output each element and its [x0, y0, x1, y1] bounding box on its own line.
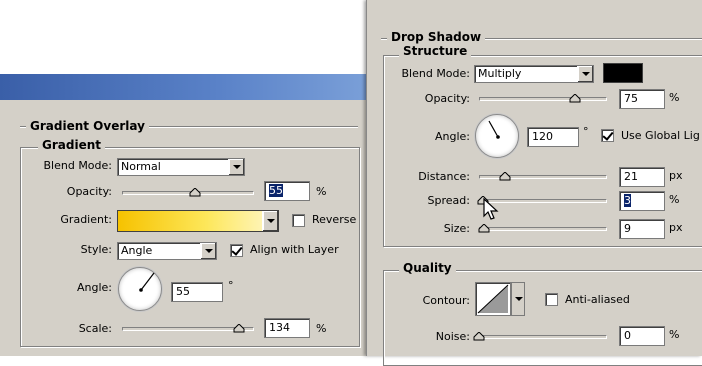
chevron-down-icon[interactable] — [262, 211, 278, 231]
angle-unit: ° — [228, 279, 234, 292]
align-with-layer-checkbox[interactable] — [230, 244, 243, 257]
use-global-light-checkbox[interactable] — [601, 129, 614, 142]
spread-label: Spread: — [427, 194, 470, 207]
reverse-checkbox[interactable] — [292, 214, 305, 227]
ds-opacity-slider-track[interactable] — [479, 97, 607, 101]
quality-group-box — [383, 270, 702, 366]
chevron-down-icon[interactable] — [228, 159, 244, 175]
scale-input[interactable]: 134 — [264, 318, 310, 338]
spread-unit: % — [669, 193, 680, 206]
ds-angle-dial-needle-icon — [488, 120, 500, 139]
ds-opacity-slider-thumb[interactable] — [569, 94, 581, 103]
ds-angle-dial[interactable] — [475, 114, 519, 158]
noise-unit: % — [669, 328, 680, 341]
drop-shadow-title: Drop Shadow — [387, 30, 486, 44]
spread-input[interactable]: 3 — [619, 191, 665, 211]
ds-angle-label: Angle: — [434, 130, 470, 143]
quality-group-title: Quality — [399, 261, 456, 275]
structure-group-title: Structure — [399, 44, 472, 58]
chevron-down-icon[interactable] — [200, 243, 216, 259]
reverse-label: Reverse — [312, 213, 357, 226]
angle-input[interactable]: 55 — [171, 282, 223, 302]
ds-opacity-label: Opacity: — [424, 92, 470, 105]
contour-label: Contour: — [422, 294, 470, 307]
gradient-overlay-title: Gradient Overlay — [26, 119, 149, 133]
distance-unit: px — [669, 169, 683, 182]
anti-aliased-label: Anti-aliased — [565, 293, 630, 306]
size-unit: px — [669, 221, 683, 234]
distance-input[interactable]: 21 — [619, 167, 665, 187]
opacity-label: Opacity: — [66, 185, 112, 198]
distance-slider-thumb[interactable] — [499, 172, 511, 181]
chevron-down-icon[interactable] — [577, 66, 593, 82]
gradient-label: Gradient: — [60, 213, 112, 226]
ds-opacity-input[interactable]: 75 — [619, 89, 665, 109]
contour-dropdown-button[interactable] — [511, 282, 525, 316]
ds-angle-input[interactable]: 120 — [527, 127, 579, 147]
size-slider-track[interactable] — [479, 227, 607, 231]
mouse-pointer-icon — [483, 198, 499, 220]
noise-slider-thumb[interactable] — [473, 332, 485, 341]
noise-label: Noise: — [435, 330, 470, 343]
gradient-overlay-panel: Gradient Overlay Gradient Blend Mode: No… — [0, 74, 366, 356]
style-value: Angle — [121, 244, 153, 257]
scale-unit: % — [316, 322, 327, 335]
gradient-picker[interactable] — [117, 210, 279, 232]
use-global-light-label: Use Global Lig — [621, 129, 700, 142]
blend-mode-select[interactable]: Normal — [117, 158, 245, 176]
gradient-group-title: Gradient — [38, 138, 105, 152]
opacity-unit: % — [316, 185, 327, 198]
style-label: Style: — [80, 243, 112, 256]
size-input[interactable]: 9 — [619, 219, 665, 239]
scale-label: Scale: — [78, 322, 112, 335]
distance-label: Distance: — [418, 170, 470, 183]
align-with-layer-label: Align with Layer — [250, 243, 339, 256]
ds-blend-mode-value: Multiply — [478, 67, 522, 80]
ds-blend-mode-label: Blend Mode: — [401, 67, 471, 80]
style-select[interactable]: Angle — [117, 242, 217, 260]
scale-slider-thumb[interactable] — [233, 324, 245, 333]
size-label: Size: — [443, 222, 470, 235]
angle-label: Angle: — [76, 281, 112, 294]
ds-opacity-unit: % — [669, 91, 680, 104]
blend-mode-label: Blend Mode: — [43, 159, 113, 172]
angle-dial[interactable] — [118, 267, 162, 311]
title-bar — [0, 74, 366, 100]
opacity-input[interactable]: 55 — [264, 181, 310, 201]
ds-angle-unit: ° — [583, 125, 589, 138]
blend-mode-value: Normal — [121, 160, 161, 173]
opacity-slider-thumb[interactable] — [189, 188, 201, 197]
anti-aliased-checkbox[interactable] — [545, 293, 558, 306]
ds-blend-mode-select[interactable]: Multiply — [474, 65, 594, 83]
angle-dial-needle-icon — [139, 272, 155, 292]
size-slider-thumb[interactable] — [478, 224, 490, 233]
contour-preview[interactable] — [475, 282, 511, 316]
noise-slider-track[interactable] — [479, 335, 607, 339]
noise-input[interactable]: 0 — [619, 326, 665, 346]
shadow-color-swatch[interactable] — [603, 63, 643, 83]
drop-shadow-panel: Drop Shadow Structure Blend Mode: Multip… — [366, 0, 702, 366]
contour-curve-icon — [477, 284, 509, 314]
